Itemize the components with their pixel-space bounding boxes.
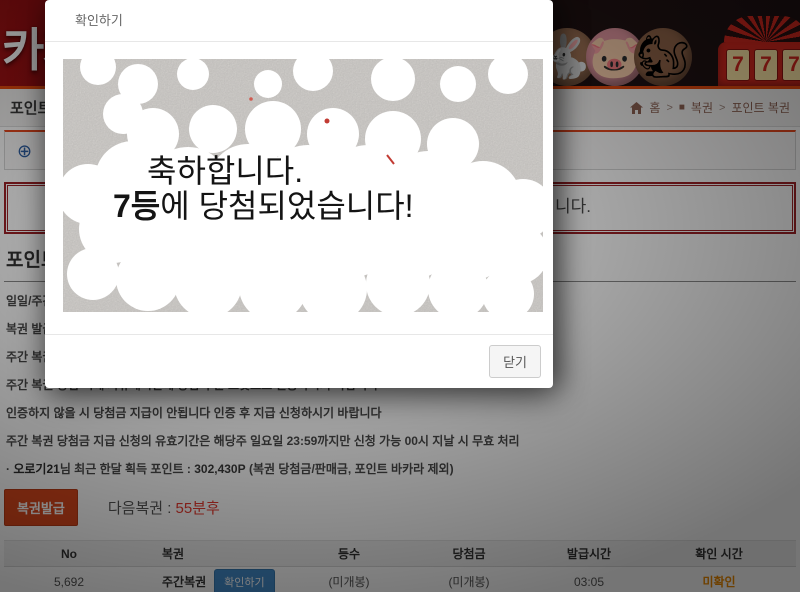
confirm-modal: 확인하기 [45,0,553,388]
congrats-line1: 축하합니다. [147,153,303,189]
modal-title: 확인하기 [45,0,553,42]
scratch-card-svg: 축하합니다. 7등에 당첨되었습니다! [63,59,543,312]
scratch-card-image[interactable]: 축하합니다. 7등에 당첨되었습니다! [63,59,543,312]
congrats-line2: 7등에 당첨되었습니다! [113,188,414,224]
prize-rank: 7등 [113,188,160,224]
modal-footer: 닫기 [45,334,553,388]
modal-body: 축하합니다. 7등에 당첨되었습니다! [45,42,553,334]
congrats-line2-rest: 에 당첨되었습니다! [160,188,413,224]
close-button[interactable]: 닫기 [489,345,541,378]
